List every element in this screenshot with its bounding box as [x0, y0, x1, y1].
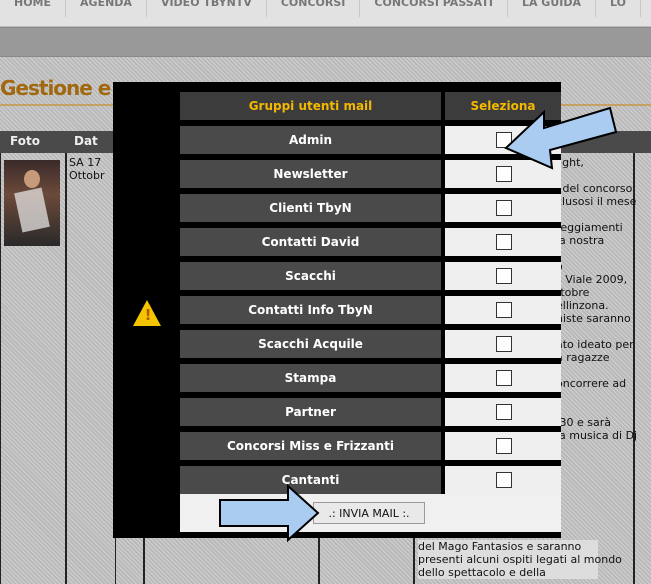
header-group-label: Gruppi utenti mail: [180, 92, 441, 120]
mail-group-checkbox[interactable]: [496, 200, 512, 216]
description-line: del Mago Fantasios e saranno: [418, 540, 582, 553]
nav-item[interactable]: LO: [596, 0, 641, 17]
description-line: i del concorso: [556, 182, 633, 195]
mail-group-select-cell: [445, 466, 561, 494]
mail-group-select-cell: [445, 296, 561, 324]
event-date-month: Ottobr: [69, 169, 105, 182]
mail-group-row: Stampa: [180, 362, 561, 392]
nav-item[interactable]: CONCORSI: [267, 0, 361, 17]
column-header-data: Dat: [74, 134, 98, 148]
mail-group-select-cell: [445, 262, 561, 290]
mail-group-row: Clienti TbyN: [180, 192, 561, 222]
description-line: a ragazze: [556, 351, 610, 364]
mail-group-select-cell: [445, 432, 561, 460]
mail-group-checkbox[interactable]: [496, 438, 512, 454]
mail-group-label: Concorsi Miss e Frizzanti: [180, 432, 441, 460]
mail-group-select-cell: [445, 194, 561, 222]
description-line: .30 e sarà: [556, 416, 611, 429]
page-title: Gestione e: [0, 76, 111, 100]
pointer-arrow-icon: [219, 484, 320, 543]
mail-group-row: Contatti David: [180, 226, 561, 256]
description-line: dello spettacolo e della: [418, 566, 546, 579]
event-photo[interactable]: [4, 160, 60, 246]
nav-item[interactable]: LA GUIDA: [508, 0, 596, 17]
description-line: niste saranno: [556, 312, 631, 325]
mail-group-label: Scacchi Acquile: [180, 330, 441, 358]
description-line: [556, 325, 651, 338]
description-line: oncorrere ad: [556, 377, 627, 390]
mail-group-label: Partner: [180, 398, 441, 426]
mail-group-label: Scacchi: [180, 262, 441, 290]
event-description-bottom: del Mago Fantasios e saranno presenti alc…: [418, 540, 622, 579]
description-line: s Viale 2009,: [556, 273, 628, 286]
event-description: light, i del concorso clusosi il mese teg…: [556, 156, 651, 442]
nav-item[interactable]: AGENDA: [66, 0, 147, 17]
warning-icon-mark: !: [144, 306, 152, 324]
description-line: [556, 364, 651, 377]
event-date-day: SA 17: [69, 156, 102, 169]
description-line: presenti alcuni ospiti legati al mondo: [418, 553, 622, 566]
description-line: teggiamenti: [556, 221, 623, 234]
column-header-foto: Foto: [10, 134, 40, 148]
event-date: SA 17 Ottobr: [69, 156, 113, 182]
nav-item[interactable]: CONCORSI PASSATI: [360, 0, 508, 17]
description-line: [556, 403, 651, 416]
mail-group-label: Contatti David: [180, 228, 441, 256]
mail-group-checkbox[interactable]: [496, 370, 512, 386]
description-line: la musica di Dj: [556, 429, 638, 442]
mail-group-checkbox[interactable]: [496, 234, 512, 250]
description-line: ato ideato per: [556, 338, 634, 351]
description-line: [556, 247, 651, 260]
description-line: la nostra: [556, 234, 605, 247]
mail-group-checkbox[interactable]: [496, 302, 512, 318]
description-line: [556, 390, 651, 403]
mail-group-select-cell: [445, 228, 561, 256]
mail-group-select-cell: [445, 330, 561, 358]
nav-band: [0, 27, 651, 57]
mail-group-label: Newsletter: [180, 160, 441, 188]
mail-group-row: Scacchi: [180, 260, 561, 290]
description-line: o: [556, 260, 651, 273]
mail-group-checkbox[interactable]: [496, 404, 512, 420]
top-navigation: HOME AGENDA VIDEO TBYNTV CONCORSI CONCORSI P…: [0, 0, 651, 27]
description-line: clusosi il mese: [556, 195, 637, 208]
mail-group-row: Partner: [180, 396, 561, 426]
mail-group-label: Admin: [180, 126, 441, 154]
nav-item[interactable]: VIDEO TBYNTV: [147, 0, 267, 17]
mail-group-select-cell: [445, 364, 561, 392]
mail-group-label: Stampa: [180, 364, 441, 392]
mail-group-label: Clienti TbyN: [180, 194, 441, 222]
nav-item[interactable]: HOME: [0, 0, 67, 17]
mail-group-row: Concorsi Miss e Frizzanti: [180, 430, 561, 460]
send-mail-button[interactable]: .: INVIA MAIL :.: [313, 502, 425, 524]
mail-group-checkbox[interactable]: [496, 268, 512, 284]
column-data: [66, 153, 116, 584]
description-line: [556, 208, 651, 221]
mail-group-checkbox[interactable]: [496, 472, 512, 488]
description-line: ellinzona.: [556, 299, 609, 312]
mail-group-label: Contatti Info TbyN: [180, 296, 441, 324]
mail-group-row: Scacchi Acquile: [180, 328, 561, 358]
description-line: ttobre: [556, 286, 590, 299]
pointer-arrow-icon: [504, 106, 618, 170]
mail-group-checkbox[interactable]: [496, 336, 512, 352]
mail-group-row: Contatti Info TbyN: [180, 294, 561, 324]
mail-group-select-cell: [445, 398, 561, 426]
mail-group-dialog: ! Gruppi utenti mail Seleziona Admin News…: [113, 82, 561, 538]
